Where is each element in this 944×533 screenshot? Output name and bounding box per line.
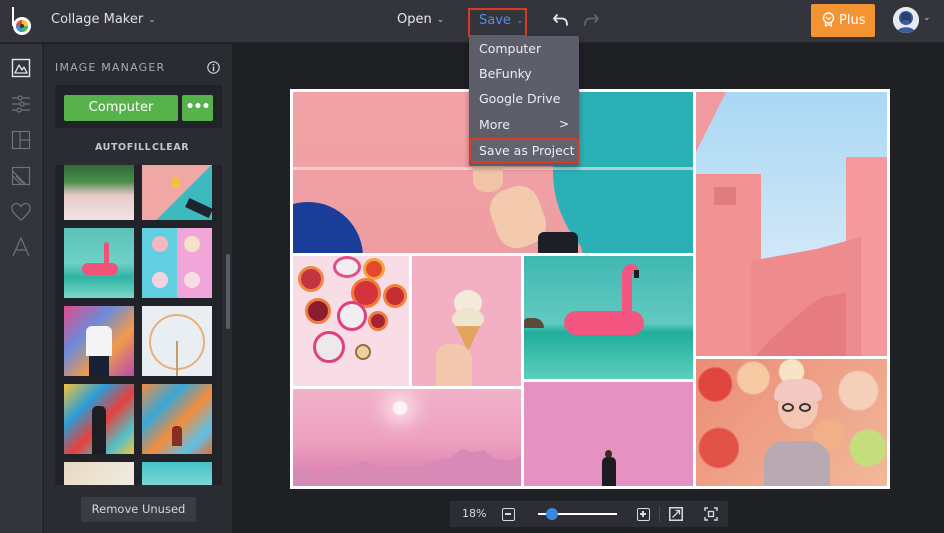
user-avatar[interactable]: [893, 7, 919, 33]
collage-cell[interactable]: [696, 92, 887, 356]
chevron-right-icon: >: [558, 117, 569, 131]
image-thumbnail[interactable]: [64, 228, 134, 298]
fit-to-screen-icon[interactable]: [669, 507, 683, 521]
befunky-logo-icon[interactable]: [10, 6, 34, 36]
adjust-sliders-icon[interactable]: [11, 94, 31, 114]
backgrounds-icon[interactable]: [11, 166, 31, 186]
save-dropdown-menu: Computer BeFunky Google Drive More > Sav…: [469, 36, 579, 166]
menu-item-label: More: [479, 117, 510, 132]
image-thumbnail[interactable]: [64, 384, 134, 454]
collage-cell[interactable]: [524, 256, 693, 379]
autofill-button[interactable]: AUTOFILL: [95, 142, 151, 153]
save-to-befunky-item[interactable]: BeFunky: [469, 62, 579, 87]
zoom-in-button[interactable]: [637, 508, 650, 521]
collage-cell[interactable]: [524, 382, 693, 486]
panel-title: IMAGE MANAGER: [55, 61, 166, 74]
user-avatar-icon: [893, 7, 919, 33]
image-manager-icon[interactable]: [11, 58, 31, 78]
collage-canvas: [290, 89, 890, 489]
upload-box: Computer •••: [55, 85, 222, 128]
image-thumbnail-grid: [55, 165, 222, 485]
fullscreen-icon[interactable]: [704, 507, 718, 521]
image-thumbnail[interactable]: [64, 462, 134, 485]
chevron-down-icon[interactable]: ⌄: [923, 13, 931, 23]
save-more-item[interactable]: More >: [469, 113, 579, 138]
menu-item-label: Google Drive: [479, 91, 561, 106]
chevron-down-icon: ⌄: [515, 16, 524, 26]
save-as-project-item[interactable]: Save as Project: [469, 138, 579, 163]
zoom-out-button[interactable]: [502, 508, 515, 521]
image-thumbnail[interactable]: [142, 165, 213, 220]
app-title-dropdown[interactable]: Collage Maker ⌄: [51, 12, 156, 27]
app-title: Collage Maker: [51, 12, 144, 27]
open-label: Open: [397, 12, 432, 27]
open-menu-button[interactable]: Open ⌄: [397, 12, 444, 27]
text-icon[interactable]: [11, 237, 31, 257]
image-thumbnail[interactable]: [142, 228, 212, 298]
clear-button[interactable]: CLEAR: [152, 142, 189, 153]
image-thumbnail[interactable]: [142, 462, 212, 485]
plus-label: Plus: [839, 13, 866, 28]
collage-cell[interactable]: [293, 389, 521, 486]
save-menu-button[interactable]: Save ⌄: [468, 8, 527, 37]
badge-icon: [822, 12, 835, 27]
thumbnail-scrollbar[interactable]: [226, 254, 230, 329]
chevron-down-icon: ⌄: [436, 15, 445, 25]
zoom-slider-handle[interactable]: [546, 508, 559, 520]
image-thumbnail[interactable]: [142, 384, 212, 454]
chevron-down-icon: ⌄: [148, 15, 156, 25]
more-sources-button[interactable]: •••: [182, 95, 213, 121]
collage-cell[interactable]: [696, 359, 887, 486]
image-thumbnail[interactable]: [64, 165, 134, 220]
undo-icon[interactable]: [552, 10, 570, 30]
collage-cell[interactable]: [412, 256, 521, 386]
divider: [659, 506, 660, 522]
menu-item-label: BeFunky: [479, 66, 532, 81]
menu-item-label: Save as Project: [479, 143, 575, 158]
plus-upgrade-button[interactable]: Plus: [811, 4, 875, 37]
image-thumbnail[interactable]: [64, 306, 134, 376]
menu-item-label: Computer: [479, 41, 542, 56]
layouts-icon[interactable]: [11, 130, 31, 150]
graphics-heart-icon[interactable]: [11, 202, 31, 222]
tool-rail: [0, 44, 43, 533]
upload-from-computer-button[interactable]: Computer: [64, 95, 178, 121]
collage-cell[interactable]: [293, 256, 409, 386]
save-label: Save: [479, 13, 511, 28]
remove-unused-button[interactable]: Remove Unused: [81, 497, 196, 522]
save-to-google-drive-item[interactable]: Google Drive: [469, 87, 579, 112]
image-manager-panel: IMAGE MANAGER Computer ••• AUTOFILL CLEA…: [44, 44, 232, 533]
zoom-percent: 18%: [462, 507, 487, 520]
image-thumbnail[interactable]: [142, 306, 212, 376]
zoom-toolbar: 18%: [450, 501, 728, 527]
info-icon[interactable]: [207, 61, 220, 74]
save-to-computer-item[interactable]: Computer: [469, 37, 579, 62]
redo-icon[interactable]: [582, 10, 600, 30]
